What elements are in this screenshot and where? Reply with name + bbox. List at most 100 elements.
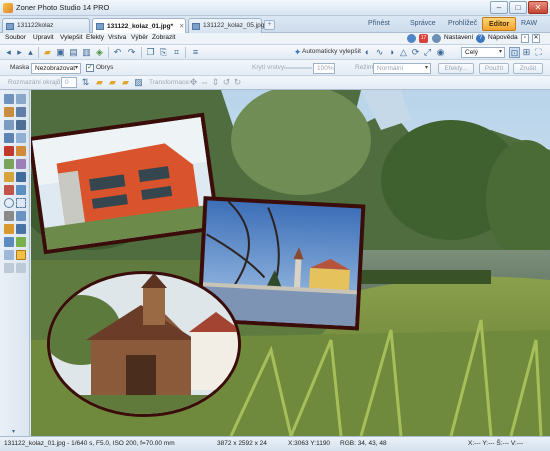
menu-vyber[interactable]: Výběr <box>131 34 148 41</box>
question-icon[interactable]: ? <box>476 34 485 43</box>
menu-vrstva[interactable]: Vrstva <box>108 34 126 41</box>
maximize-button[interactable]: □ <box>509 1 527 14</box>
menu-nastaveni[interactable]: Nastavení <box>444 34 473 41</box>
levels-icon[interactable]: ◐ <box>362 47 373 58</box>
cancel-button[interactable]: Zrušit <box>513 63 543 74</box>
fullscreen-icon[interactable]: ⛶ <box>533 47 544 58</box>
forward-icon[interactable]: ▸ <box>14 47 25 58</box>
image-canvas[interactable] <box>31 90 550 436</box>
pointer-tool-icon[interactable] <box>4 94 14 104</box>
apply-button[interactable]: Použít <box>479 63 509 74</box>
export-icon[interactable]: ◈ <box>94 47 105 58</box>
gear-icon[interactable] <box>432 34 441 43</box>
crop-icon[interactable]: ⌗ <box>171 47 182 58</box>
measure-tool-icon[interactable] <box>16 263 26 273</box>
resize-icon[interactable]: ⤢ <box>422 47 433 58</box>
mask-select[interactable]: Nezobrazovat ▾ <box>31 63 81 74</box>
retouch-tool-icon[interactable] <box>16 146 26 156</box>
crop-tool-icon[interactable] <box>4 107 14 117</box>
lasso-tool-icon[interactable] <box>4 211 14 221</box>
menu-efekty[interactable]: Efekty <box>86 34 104 41</box>
menu-napoveda[interactable]: Nápověda <box>488 34 518 41</box>
text-tool-icon[interactable] <box>4 237 14 247</box>
picker-tool-icon[interactable] <box>4 250 14 260</box>
redo-icon[interactable]: ↷ <box>126 47 137 58</box>
save-icon[interactable]: ▣ <box>55 47 66 58</box>
print-icon[interactable]: ▥ <box>81 47 92 58</box>
delete-layer-icon[interactable]: ▨ <box>133 77 144 88</box>
mode-prinest[interactable]: Přinést <box>362 17 396 31</box>
close-window-button[interactable]: ✕ <box>528 1 548 14</box>
minimize-button[interactable]: – <box>490 1 508 14</box>
layers-tool-icon[interactable] <box>4 133 14 143</box>
actual-size-icon[interactable]: ⊞ <box>521 47 532 58</box>
back-icon[interactable]: ◂ <box>3 47 14 58</box>
add-layer-icon[interactable]: ▰ <box>94 77 105 88</box>
layer-from-file-icon[interactable]: ▰ <box>107 77 118 88</box>
rotate-left-icon[interactable]: ↺ <box>221 77 232 88</box>
open-folder-icon[interactable]: ▰ <box>42 47 53 58</box>
undo-icon[interactable]: ↶ <box>112 47 123 58</box>
resize-tool-icon[interactable] <box>4 120 14 130</box>
opacity-slider[interactable] <box>284 67 312 69</box>
outline-checkbox[interactable]: ✓ <box>86 64 94 72</box>
more-tools-chevron-icon[interactable]: ▾ <box>12 428 15 435</box>
curves-icon[interactable]: ∿ <box>374 47 385 58</box>
flip-h-icon[interactable]: ⇔ <box>199 77 210 88</box>
sharpen-icon[interactable]: △ <box>398 47 409 58</box>
blur-input[interactable]: 0 <box>61 77 77 88</box>
menu-zobrazit[interactable]: Zobrazit <box>152 34 175 41</box>
brush-tool-icon[interactable] <box>4 172 14 182</box>
rect-select-icon[interactable] <box>16 198 26 208</box>
zoom-tool-icon[interactable] <box>16 94 26 104</box>
new-tab-icon[interactable]: + <box>264 20 275 30</box>
mode-prohlizec[interactable]: Prohlížeč <box>442 17 483 31</box>
effects-button[interactable]: Efekty... <box>438 63 474 74</box>
paste-icon[interactable]: ⎘ <box>158 47 169 58</box>
zoom-select[interactable]: Celý ▾ <box>461 47 505 58</box>
copy-icon[interactable]: ❐ <box>145 47 156 58</box>
align-icon[interactable]: ≡ <box>190 47 201 58</box>
color-icon[interactable]: ◑ <box>386 47 397 58</box>
menu-soubor[interactable]: Soubor <box>5 34 26 41</box>
flip-v-icon[interactable]: ⇕ <box>210 77 221 88</box>
tab-kolaz-01[interactable]: 131122_kolaz_01.jpg* ✕ <box>92 18 186 33</box>
mode-editor[interactable]: Editor <box>482 17 517 31</box>
mode-raw[interactable]: RAW <box>515 17 543 31</box>
stepper-icon[interactable]: ⇅ <box>80 77 91 88</box>
symbol-tool-icon[interactable] <box>16 237 26 247</box>
red-eye-tool-icon[interactable] <box>4 146 14 156</box>
auto-enhance-button[interactable]: Automaticky vylepšit <box>302 48 361 55</box>
mode-spravce[interactable]: Správce <box>404 17 442 31</box>
save-as-icon[interactable]: ▤ <box>68 47 79 58</box>
restore-icon[interactable]: ▫ <box>521 34 529 43</box>
up-icon[interactable]: ▴ <box>25 47 36 58</box>
info-icon[interactable]: ◉ <box>435 47 446 58</box>
tab-131122kolaz[interactable]: 131122kolaz <box>2 18 90 33</box>
clone-tool-icon[interactable] <box>4 159 14 169</box>
shape-tool-icon[interactable] <box>16 224 26 234</box>
move-icon[interactable]: ✥ <box>188 77 199 88</box>
close-tab-icon[interactable]: ✕ <box>179 23 184 30</box>
ellipse-select-icon[interactable] <box>4 198 14 208</box>
canvas-tool-icon[interactable] <box>16 120 26 130</box>
magic-wand-icon[interactable] <box>16 211 26 221</box>
duplicate-layer-icon[interactable]: ▰ <box>120 77 131 88</box>
notification-icon[interactable]: 17 <box>419 34 428 43</box>
healing-tool-icon[interactable] <box>16 159 26 169</box>
menu-vylepsit[interactable]: Vylepšit <box>60 34 83 41</box>
frame-tool-icon[interactable] <box>16 133 26 143</box>
hand-tool-icon[interactable] <box>4 263 14 273</box>
fit-icon[interactable]: ⊡ <box>509 47 520 58</box>
gradient-tool-icon[interactable] <box>4 224 14 234</box>
close-doc-icon[interactable]: ✕ <box>532 34 540 43</box>
tab-kolaz-05[interactable]: 131122_kolaz_05.jpg <box>188 18 264 33</box>
straighten-tool-icon[interactable] <box>16 107 26 117</box>
collage-tool-icon[interactable] <box>16 250 26 260</box>
blend-mode-select[interactable]: Normální ▾ <box>373 63 431 74</box>
rotate-icon[interactable]: ⟳ <box>410 47 421 58</box>
pencil-tool-icon[interactable] <box>16 172 26 182</box>
help-globe-icon[interactable] <box>407 34 416 43</box>
menu-upravit[interactable]: Upravit <box>33 34 54 41</box>
rotate-right-icon[interactable]: ↻ <box>232 77 243 88</box>
